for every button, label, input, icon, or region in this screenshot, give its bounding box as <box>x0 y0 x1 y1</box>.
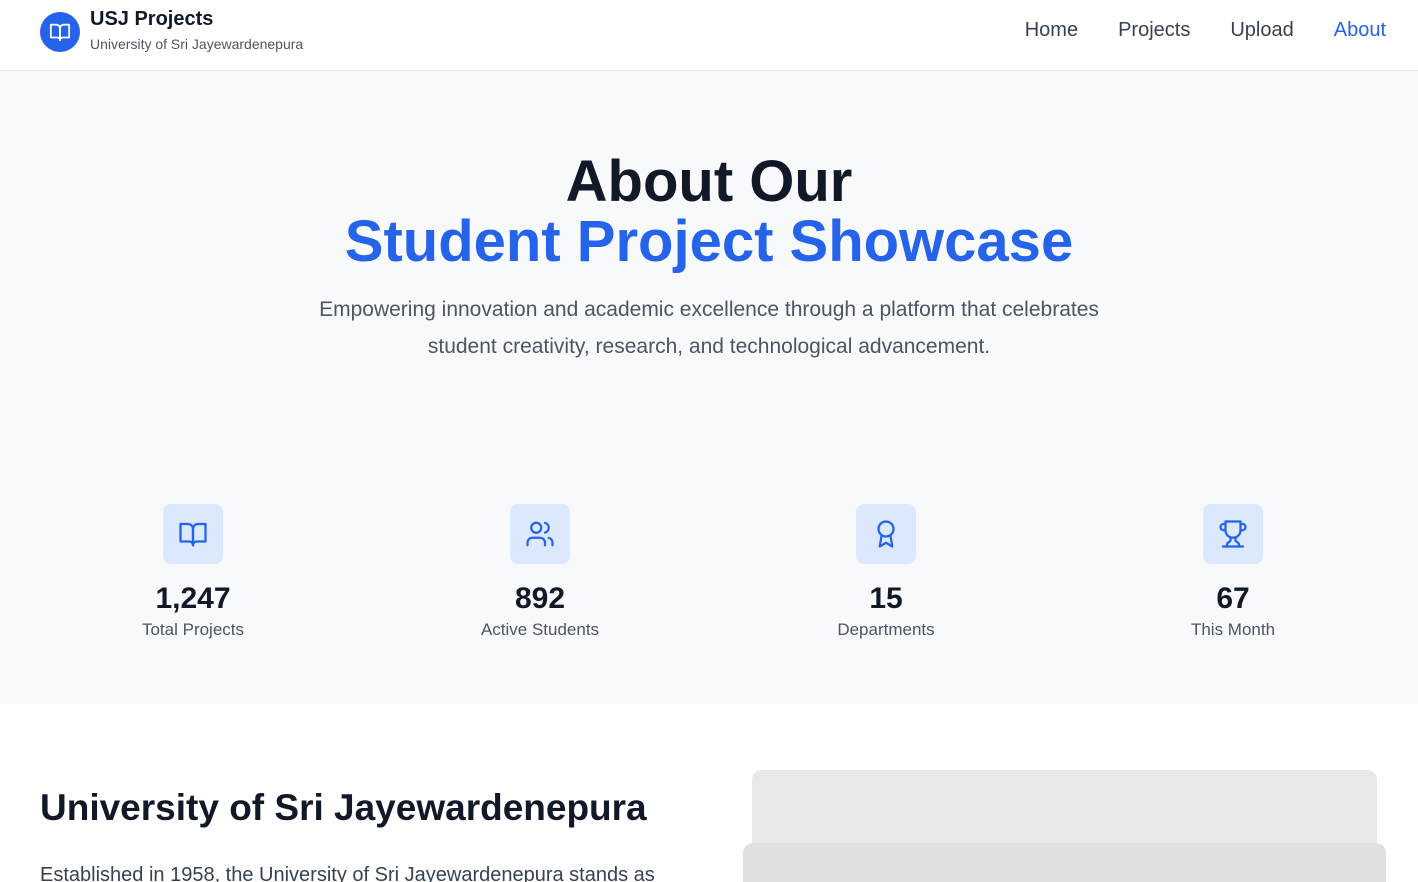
stat-departments: 15 Departments <box>766 504 1006 640</box>
top-navigation-bar: USJ Projects University of Sri Jayewarde… <box>0 0 1418 71</box>
nav-upload[interactable]: Upload <box>1230 18 1293 42</box>
brand[interactable]: USJ Projects University of Sri Jayewarde… <box>40 8 304 53</box>
stat-total-projects: 1,247 Total Projects <box>73 504 313 640</box>
hero-description: Empowering innovation and academic excel… <box>319 298 1099 358</box>
about-university-section: University of Sri Jayewardenepura Establ… <box>0 704 1418 882</box>
award-icon <box>856 504 916 564</box>
stat-value: 1,247 <box>155 582 231 615</box>
stat-value: 15 <box>869 582 903 615</box>
about-paragraph: Established in 1958, the University of S… <box>40 864 655 882</box>
stat-active-students: 892 Active Students <box>420 504 660 640</box>
stat-label: Total Projects <box>141 620 245 639</box>
nav-home[interactable]: Home <box>1025 18 1078 42</box>
stat-label: This Month <box>1190 620 1276 639</box>
trophy-icon <box>1203 504 1263 564</box>
book-open-icon <box>163 504 223 564</box>
hero-section: About Our Student Project Showcase Empow… <box>0 71 1418 704</box>
section-heading: University of Sri Jayewardenepura <box>40 787 647 828</box>
brand-title: USJ Projects <box>90 8 214 30</box>
stat-value: 67 <box>1216 582 1250 615</box>
image-placeholder-inner <box>743 843 1386 882</box>
nav-about[interactable]: About <box>1334 18 1386 42</box>
users-icon <box>510 504 570 564</box>
nav-projects[interactable]: Projects <box>1118 18 1190 42</box>
hero-title-line2: Student Project Showcase <box>344 209 1074 274</box>
hero-title-line1: About Our <box>565 149 853 214</box>
stat-label: Active Students <box>480 620 600 639</box>
main-nav: Home Projects Upload About <box>1025 18 1386 42</box>
stat-this-month: 67 This Month <box>1113 504 1353 640</box>
stat-value: 892 <box>514 582 566 615</box>
book-open-icon <box>40 12 80 52</box>
stat-label: Departments <box>837 620 935 639</box>
brand-subtitle: University of Sri Jayewardenepura <box>90 36 304 52</box>
